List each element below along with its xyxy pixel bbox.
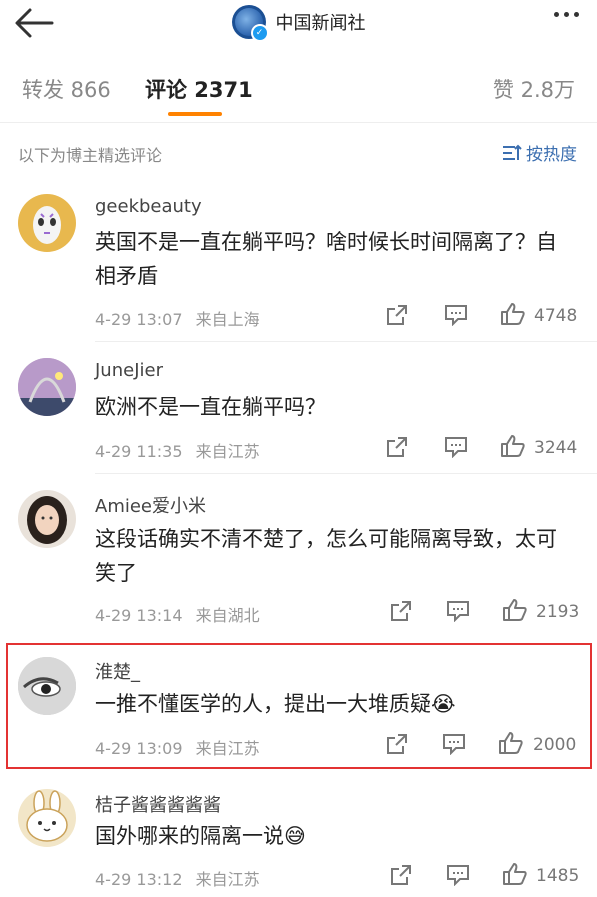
like-icon[interactable]: [500, 434, 526, 462]
comment-username[interactable]: Amiee爱小米: [95, 492, 206, 518]
comment-text: 欧洲不是一直在躺平吗？: [95, 395, 326, 419]
featured-comments-label: 以下为博主精选评论: [18, 146, 163, 165]
avatar[interactable]: [18, 490, 76, 548]
account-header[interactable]: ✓ 中国新闻社: [0, 4, 597, 42]
tab-comments[interactable]: 评论 2371: [145, 74, 253, 104]
comment-item: Amiee爱小米 这段话确实不清不楚了，怎么可能隔离导致，太可笑了 4-29 1…: [0, 474, 597, 638]
account-avatar: ✓: [231, 5, 269, 42]
like-count: 2193: [536, 602, 580, 622]
comment-text: 国外哪来的隔离一说😅: [95, 824, 306, 848]
share-icon[interactable]: [386, 436, 408, 462]
tab-likes[interactable]: 赞 2.8万: [493, 74, 575, 104]
reply-icon[interactable]: [444, 304, 468, 330]
highlight-box: [6, 643, 592, 769]
more-options-icon[interactable]: [554, 12, 579, 17]
tab-reposts[interactable]: 转发 866: [22, 74, 111, 104]
comment-text: 这段话确实不清不楚了，怎么可能隔离导致，太可笑了: [95, 527, 557, 585]
reply-icon[interactable]: [446, 600, 470, 626]
comment-meta: 4-29 11:35 来自江苏: [95, 438, 260, 462]
top-bar: ✓ 中国新闻社: [0, 0, 597, 50]
comment-location: 来自上海: [195, 310, 260, 329]
share-icon[interactable]: [390, 864, 412, 890]
like-count: 4748: [534, 306, 578, 326]
share-icon[interactable]: [386, 304, 408, 330]
reply-icon[interactable]: [446, 864, 470, 890]
comments-subheader: 以下为博主精选评论 按热度: [0, 122, 597, 182]
avatar[interactable]: [18, 358, 76, 416]
comment-username[interactable]: JuneJier: [95, 360, 163, 381]
like-count: 3244: [534, 438, 578, 458]
comment-time: 4-29 13:12: [95, 870, 183, 889]
tab-bar: 转发 866 评论 2371 赞 2.8万: [0, 52, 597, 123]
avatar[interactable]: [18, 194, 76, 252]
like-count: 1485: [536, 866, 580, 886]
comment-time: 4-29 13:07: [95, 310, 183, 329]
comment-time: 4-29 11:35: [95, 442, 183, 461]
comment-text: 英国不是一直在躺平吗？啥时候长时间隔离了？自相矛盾: [95, 230, 557, 288]
comment-time: 4-29 13:14: [95, 606, 183, 625]
share-icon[interactable]: [390, 600, 412, 626]
sort-icon: [503, 144, 522, 160]
reply-icon[interactable]: [444, 436, 468, 462]
verified-badge-icon: ✓: [250, 24, 269, 42]
comment-meta: 4-29 13:14 来自湖北: [95, 602, 260, 626]
comment-location: 来自湖北: [195, 606, 260, 625]
comment-username[interactable]: 桔子酱酱酱酱酱: [95, 791, 221, 817]
comment-location: 来自江苏: [195, 870, 260, 889]
account-name: 中国新闻社: [275, 13, 366, 34]
like-icon[interactable]: [502, 862, 528, 890]
comment-item: JuneJier 欧洲不是一直在躺平吗？ 4-29 11:35 来自江苏 324…: [0, 342, 597, 474]
like-icon[interactable]: [502, 598, 528, 626]
sort-label: 按热度: [526, 145, 577, 165]
comment-item: geekbeauty 英国不是一直在躺平吗？啥时候长时间隔离了？自相矛盾 4-2…: [0, 182, 597, 342]
active-tab-indicator: [168, 112, 222, 116]
comment-item: 桔子酱酱酱酱酱 国外哪来的隔离一说😅 4-29 13:12 来自江苏 1485: [0, 775, 597, 897]
sort-by-hot-button[interactable]: 按热度: [502, 140, 577, 165]
comment-meta: 4-29 13:07 来自上海: [95, 306, 260, 330]
comment-location: 来自江苏: [195, 442, 260, 461]
avatar[interactable]: [18, 789, 76, 847]
like-icon[interactable]: [500, 302, 526, 330]
comment-meta: 4-29 13:12 来自江苏: [95, 866, 260, 890]
comment-username[interactable]: geekbeauty: [95, 196, 202, 217]
